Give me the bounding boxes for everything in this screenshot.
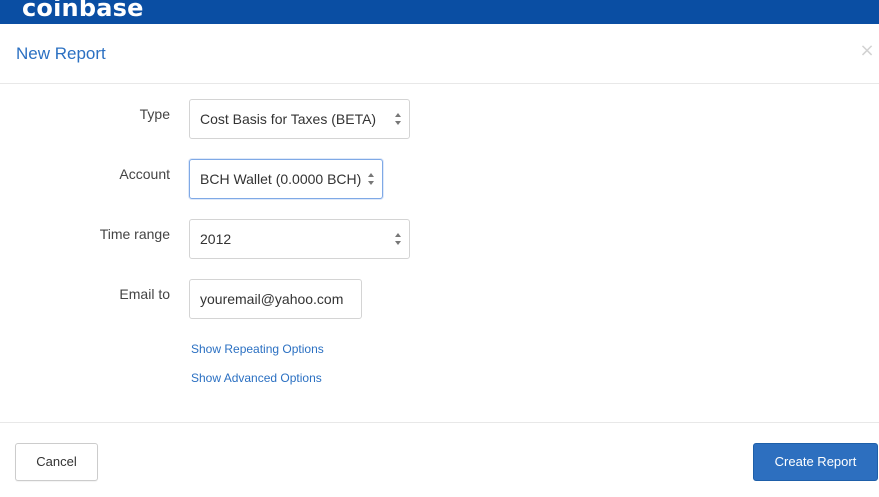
- type-select-value: Cost Basis for Taxes (BETA): [200, 111, 377, 127]
- select-arrows-icon: [395, 233, 401, 245]
- time-range-select[interactable]: 2012: [189, 219, 410, 259]
- cancel-button[interactable]: Cancel: [15, 443, 98, 481]
- email-input-value: youremail@yahoo.com: [200, 291, 344, 307]
- email-input[interactable]: youremail@yahoo.com: [189, 279, 362, 319]
- close-icon[interactable]: ×: [858, 42, 876, 60]
- account-select[interactable]: BCH Wallet (0.0000 BCH): [189, 159, 383, 199]
- time-range-label: Time range: [99, 226, 170, 242]
- show-advanced-options-link[interactable]: Show Advanced Options: [191, 371, 322, 385]
- modal-title: New Report: [16, 44, 106, 63]
- account-label: Account: [119, 166, 170, 182]
- email-label: Email to: [119, 286, 170, 302]
- show-repeating-options-link[interactable]: Show Repeating Options: [191, 342, 324, 356]
- footer-divider: [0, 422, 879, 423]
- coinbase-logo: coinbase: [22, 0, 144, 22]
- select-arrows-icon: [395, 113, 401, 125]
- account-select-value: BCH Wallet (0.0000 BCH): [200, 171, 362, 187]
- select-arrows-icon: [368, 173, 374, 185]
- create-report-button[interactable]: Create Report: [753, 443, 878, 481]
- top-bar: coinbase: [0, 0, 879, 24]
- type-select[interactable]: Cost Basis for Taxes (BETA): [189, 99, 410, 139]
- time-range-select-value: 2012: [200, 231, 232, 247]
- modal-header: New Report ×: [0, 24, 879, 84]
- type-label: Type: [139, 106, 170, 122]
